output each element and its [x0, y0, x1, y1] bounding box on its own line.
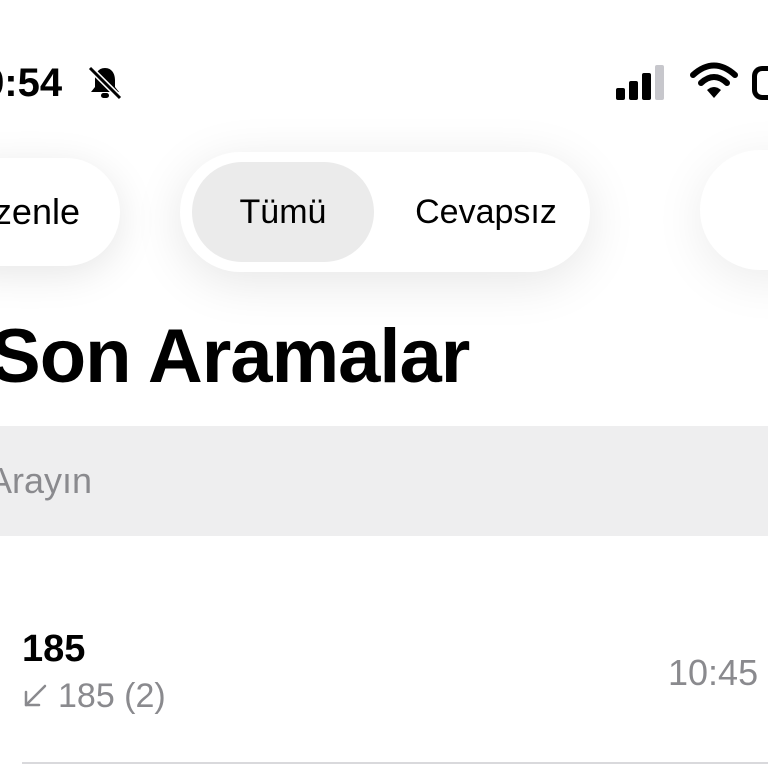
recents-screen: 9:54 Düzenle Tümü Cevapsız Son Aramalar …: [0, 0, 768, 768]
toolbar-right-button[interactable]: [700, 150, 768, 270]
call-name: 185: [22, 628, 86, 670]
segment-missed-label: Cevapsız: [415, 192, 557, 231]
edit-button[interactable]: Düzenle: [0, 158, 120, 266]
page-title: Son Aramalar: [0, 314, 470, 399]
search-field[interactable]: Arayın: [0, 426, 768, 536]
segment-all[interactable]: Tümü: [192, 162, 374, 262]
segment-all-label: Tümü: [239, 192, 327, 231]
call-detail: 185 (2): [22, 676, 166, 716]
call-list-item[interactable]: 185 185 (2) 10:45: [0, 600, 768, 750]
wifi-icon: [690, 62, 738, 98]
call-time: 10:45: [668, 652, 759, 693]
incoming-arrow-icon: [24, 684, 47, 707]
search-placeholder: Arayın: [0, 460, 93, 501]
call-detail-text: 185 (2): [58, 677, 166, 715]
battery-icon: [752, 66, 768, 100]
status-time: 9:54: [0, 61, 63, 105]
bell-slash-icon: [87, 65, 123, 101]
edit-button-label: Düzenle: [0, 191, 80, 232]
row-divider: [22, 762, 768, 764]
cellular-signal-icon: [616, 65, 664, 100]
segment-missed[interactable]: Cevapsız: [388, 162, 584, 262]
